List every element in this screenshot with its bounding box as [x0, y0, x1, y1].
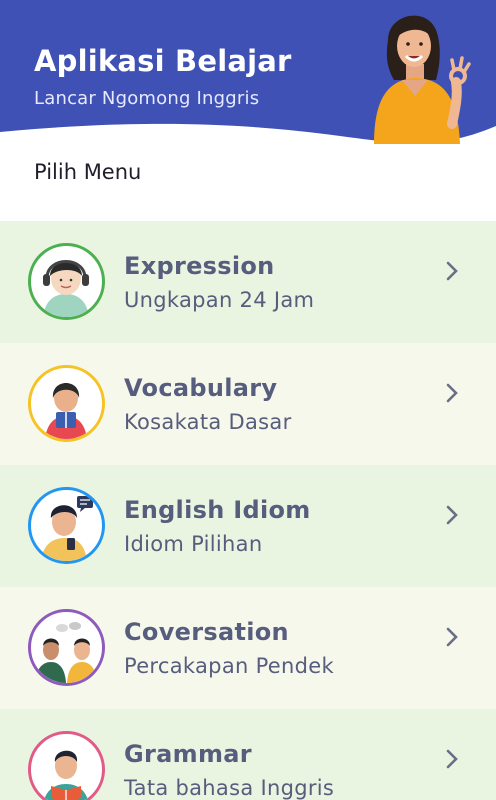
- app-title: Aplikasi Belajar: [34, 44, 292, 78]
- menu-item-subtitle: Percakapan Pendek: [124, 654, 334, 678]
- menu-item-title: Expression: [124, 252, 275, 280]
- chevron-right-icon: [446, 749, 458, 769]
- section-label: Pilih Menu: [34, 160, 142, 184]
- chevron-right-icon: [446, 261, 458, 281]
- smiling-woman-ok-gesture-illustration: [374, 15, 471, 144]
- menu-item-coversation[interactable]: Coversation Percakapan Pendek: [0, 587, 496, 709]
- menu-list: Expression Ungkapan 24 Jam Vocabulary Ko…: [0, 221, 496, 800]
- chevron-right-icon: [446, 383, 458, 403]
- menu-item-subtitle: Ungkapan 24 Jam: [124, 288, 315, 312]
- menu-item-subtitle: Idiom Pilihan: [124, 532, 263, 556]
- girl-headphones-icon: [28, 243, 105, 320]
- menu-item-subtitle: Kosakata Dasar: [124, 410, 292, 434]
- menu-item-vocabulary[interactable]: Vocabulary Kosakata Dasar: [0, 343, 496, 465]
- menu-item-grammar[interactable]: Grammar Tata bahasa Inggris: [0, 709, 496, 800]
- menu-item-title: Vocabulary: [124, 374, 278, 402]
- menu-item-title: Coversation: [124, 618, 289, 646]
- menu-item-english-idiom[interactable]: English Idiom Idiom Pilihan: [0, 465, 496, 587]
- girl-reading-icon: [28, 365, 105, 442]
- two-men-talking-icon: [28, 609, 105, 686]
- boy-phone-chat-icon: [28, 487, 105, 564]
- menu-item-expression[interactable]: Expression Ungkapan 24 Jam: [0, 221, 496, 343]
- app-subtitle: Lancar Ngomong Inggris: [34, 88, 260, 109]
- menu-item-subtitle: Tata bahasa Inggris: [124, 776, 335, 800]
- boy-reading-book-icon: [28, 731, 105, 800]
- app-header: Aplikasi Belajar Lancar Ngomong Inggris: [0, 0, 496, 150]
- menu-item-title: English Idiom: [124, 496, 311, 524]
- chevron-right-icon: [446, 505, 458, 525]
- menu-item-title: Grammar: [124, 740, 252, 768]
- chevron-right-icon: [446, 627, 458, 647]
